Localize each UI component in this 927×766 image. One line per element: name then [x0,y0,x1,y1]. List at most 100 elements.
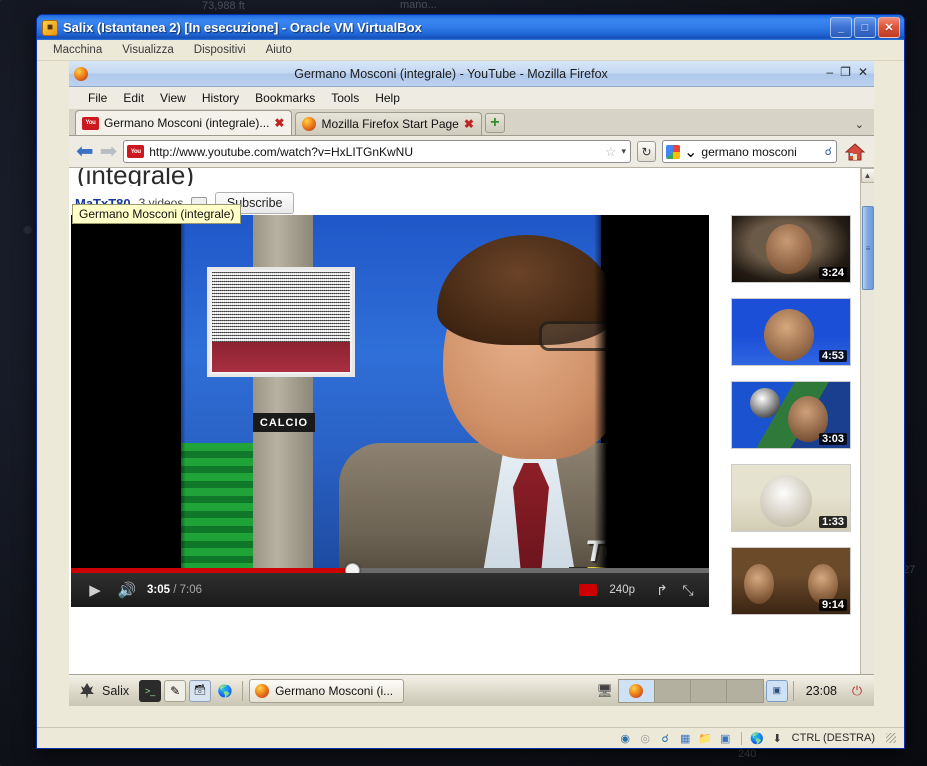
new-tab-button[interactable]: + [484,113,505,133]
menu-history[interactable]: History [195,89,246,107]
workspace-2[interactable] [654,679,691,702]
scene-stadium-photo [207,267,355,377]
display-icon[interactable]: ▣ [718,731,733,746]
taskbar-window-label: Germano Mosconi (i... [275,683,394,698]
related-video-item[interactable]: 3:03 [731,381,851,449]
vbox-menu-dispositivi[interactable]: Dispositivi [184,43,256,57]
capture-icon[interactable]: ⬇ [770,731,785,746]
system-tray: 🖥 ▣ 23:08 ⏻ [594,678,870,703]
tab-list-chevron-down-icon[interactable]: ⌄ [855,118,864,131]
related-video-duration: 3:03 [818,433,847,445]
display-settings-icon[interactable]: 🖥 [594,680,616,702]
workspace-1[interactable] [618,679,655,702]
firefox-favicon [255,683,270,698]
start-menu-label: Salix [102,683,130,698]
scene-calcio-label: CALCIO [253,413,315,432]
vbox-maximize-button[interactable]: □ [854,17,876,38]
firefox-window-title: Germano Mosconi (integrale) - YouTube - … [294,66,608,81]
related-video-item[interactable]: 9:14 [731,547,851,615]
status-separator [740,731,742,745]
taskbar-clock[interactable]: 23:08 [799,684,844,698]
vbox-minimize-button[interactable]: _ [830,17,852,38]
video-player[interactable]: CALCIO TG ▶ 🔊 3:05 / 7:06 240p ↱ ⤡ [71,215,709,607]
menu-edit[interactable]: Edit [116,89,151,107]
show-desktop-icon[interactable]: ▣ [765,679,788,702]
menu-tools[interactable]: Tools [324,89,366,107]
quality-button[interactable]: 240p [609,584,635,596]
tab-youtube-close-icon[interactable]: ✖ [274,116,284,130]
address-bar-value[interactable]: http://www.youtube.com/watch?v=HxLITGnKw… [149,145,600,159]
reload-button[interactable]: ↻ [637,141,656,162]
scroll-up-button[interactable]: ▲ [860,168,874,183]
logout-icon[interactable]: ⏻ [846,680,868,702]
site-identity-youtube-icon: You [127,145,145,158]
vbox-menu-visualizza[interactable]: Visualizza [112,43,184,57]
text-editor-icon[interactable]: ✎ [164,679,187,702]
related-video-duration: 1:33 [818,516,847,528]
taskbar-window-button-firefox[interactable]: Germano Mosconi (i... [249,678,405,703]
video-scene[interactable]: CALCIO TG [71,215,709,573]
browser-icon[interactable]: 🌎 [214,680,236,702]
related-videos-list: 3:24 4:53 3:03 1:33 9:14 [731,215,857,692]
search-bar[interactable]: ⌄ germano mosconi ☌ [662,140,837,163]
youtube-favicon: You [82,116,99,130]
workspace-pager[interactable] [617,678,764,703]
related-video-item[interactable]: 3:24 [731,215,851,283]
vbox-guest-icon: ■ [42,19,58,36]
fullscreen-icon[interactable]: ⤡ [675,582,701,599]
firefox-titlebar[interactable]: Germano Mosconi (integrale) - YouTube - … [69,61,874,87]
start-menu-button[interactable]: Salix [73,678,136,704]
firefox-close-button[interactable]: ✕ [858,65,868,79]
tab-startpage-close-icon[interactable]: ✖ [464,117,474,131]
vbox-close-button[interactable]: ✕ [878,17,900,38]
vbox-menu-macchina[interactable]: Macchina [43,43,112,57]
menu-file[interactable]: File [81,89,114,107]
menu-view[interactable]: View [153,89,193,107]
bookmark-star-icon[interactable]: ☆ [605,144,617,160]
time-display: 3:05 / 7:06 [147,584,202,596]
workspace-3[interactable] [690,679,727,702]
firefox-window-buttons: – ❐ ✕ [826,65,868,79]
network-icon[interactable]: ▦ [678,731,693,746]
virtualbox-titlebar[interactable]: ■ Salix (Istantanea 2) [In esecuzione] -… [37,15,904,40]
search-go-icon[interactable]: ☌ [825,145,832,158]
related-video-item[interactable]: 4:53 [731,298,851,366]
home-icon[interactable] [843,141,867,163]
time-separator: / [173,584,177,596]
player-controls: ▶ 🔊 3:05 / 7:06 240p ↱ ⤡ [71,573,709,607]
tray-separator [792,680,794,701]
address-bar[interactable]: You http://www.youtube.com/watch?v=HxLIT… [123,140,631,163]
back-button[interactable]: ⬅ [76,141,94,162]
workspace-4[interactable] [726,679,763,702]
vbox-menu-aiuto[interactable]: Aiuto [256,43,302,57]
related-video-item[interactable]: 1:33 [731,464,851,532]
usb-icon[interactable]: ☌ [658,731,673,746]
play-button[interactable]: ▶ [79,581,111,599]
cd-icon[interactable]: ◎ [638,731,653,746]
folder-icon[interactable]: 📁 [698,731,713,746]
tab-startpage[interactable]: Mozilla Firefox Start Page ✖ [295,112,482,135]
duration: 7:06 [179,584,203,596]
file-manager-icon[interactable]: 🗃 [189,679,212,702]
tooltip: Germano Mosconi (integrale) [72,204,242,224]
resize-grip[interactable] [886,733,896,743]
search-input[interactable]: germano mosconi [701,145,820,159]
vertical-scrollbar-thumb[interactable]: ≡ [862,206,874,290]
address-dropdown-icon[interactable]: ▾ [621,146,626,157]
firefox-minimize-button[interactable]: – [826,65,833,79]
firefox-menubar: File Edit View History Bookmarks Tools H… [69,87,874,109]
menu-help[interactable]: Help [368,89,407,107]
google-icon [666,144,680,159]
tab-youtube[interactable]: You Germano Mosconi (integrale)... ✖ [75,110,293,135]
menu-bookmarks[interactable]: Bookmarks [248,89,322,107]
firefox-restore-button[interactable]: ❐ [840,65,851,79]
hard-disk-icon[interactable]: ◉ [618,731,633,746]
vertical-scrollbar[interactable]: ▲ ≡ ▼ [860,168,874,692]
share-icon[interactable]: ↱ [649,582,675,599]
forward-button[interactable]: ➡ [100,141,118,162]
globe-icon[interactable]: 🌎 [750,731,765,746]
cc-icon[interactable] [579,584,598,596]
terminal-icon[interactable]: >_ [139,679,162,702]
search-engine-chevron-down-icon[interactable]: ⌄ [684,142,697,162]
volume-icon[interactable]: 🔊 [111,581,143,599]
